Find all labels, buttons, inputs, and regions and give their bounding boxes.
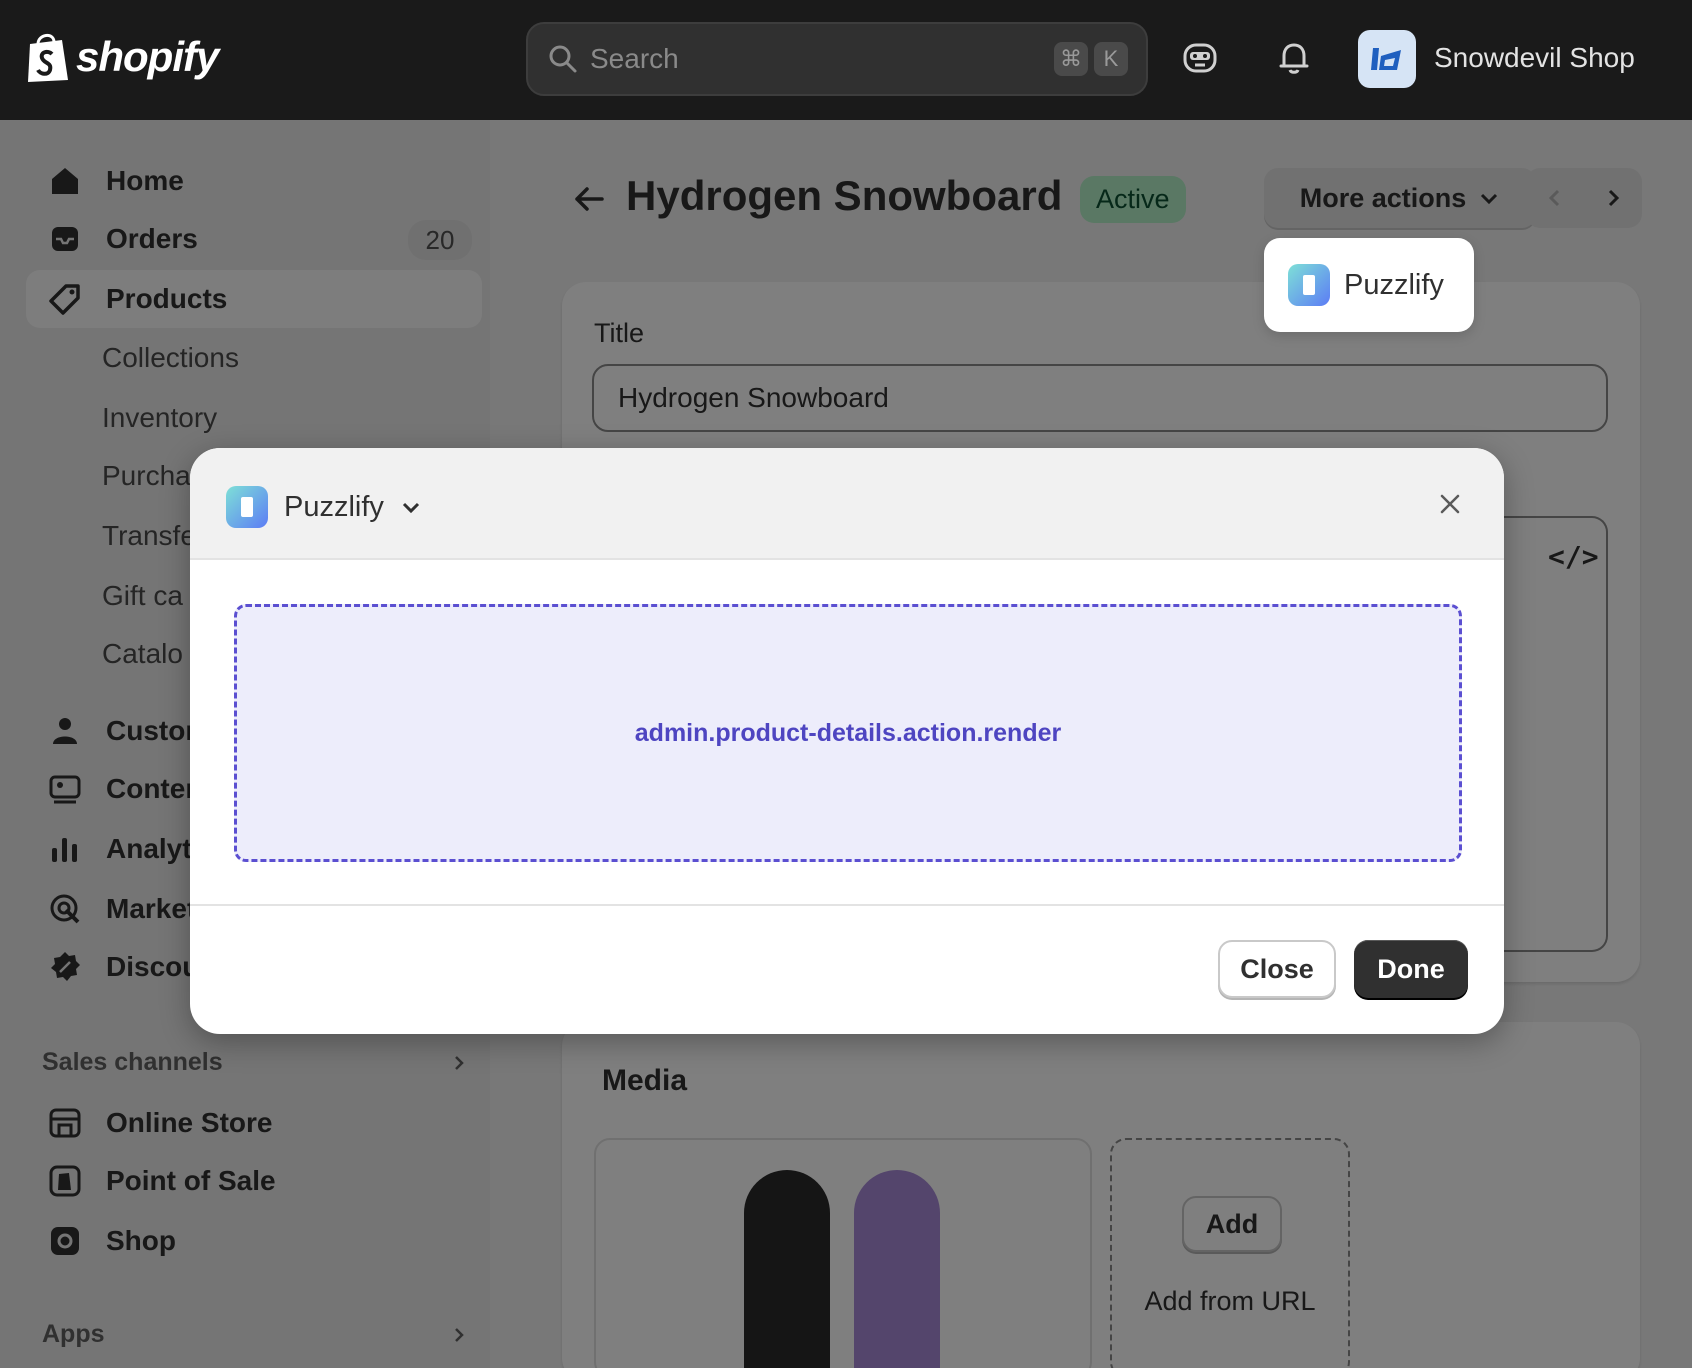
store-name[interactable]: Snowdevil Shop xyxy=(1434,42,1635,74)
sidekick-icon[interactable] xyxy=(1180,38,1220,78)
bell-icon[interactable] xyxy=(1274,38,1314,78)
close-icon[interactable] xyxy=(1436,490,1464,518)
action-modal: Puzzlify admin.product-details.action.re… xyxy=(190,448,1504,1034)
modal-header: Puzzlify xyxy=(190,448,1504,560)
shopify-bag-icon xyxy=(28,34,68,82)
store-avatar[interactable] xyxy=(1358,30,1416,88)
menu-item-label: Puzzlify xyxy=(1344,268,1444,301)
modal-app-name: Puzzlify xyxy=(284,490,384,523)
done-button[interactable]: Done xyxy=(1354,940,1468,998)
kbd-k: K xyxy=(1094,42,1128,76)
shopify-logo[interactable]: shopify xyxy=(24,30,219,84)
snowdevil-logo-icon xyxy=(1371,48,1401,70)
search-input[interactable]: Search ⌘ K xyxy=(526,22,1148,96)
puzzlify-app-icon xyxy=(1288,264,1330,306)
more-actions-menu-item-puzzlify[interactable]: Puzzlify xyxy=(1264,238,1474,332)
chevron-down-icon xyxy=(402,502,419,514)
extension-placeholder: admin.product-details.action.render xyxy=(234,604,1462,862)
app-switcher[interactable]: Puzzlify xyxy=(226,486,422,528)
modal-footer: Close Done xyxy=(190,904,1504,1034)
puzzlify-app-icon xyxy=(226,486,268,528)
close-button[interactable]: Close xyxy=(1218,940,1336,998)
logo-text: shopify xyxy=(76,33,219,80)
search-icon xyxy=(549,45,577,73)
top-bar: shopify Search ⌘ K Snowdevil Shop xyxy=(0,0,1692,120)
extension-target-label: admin.product-details.action.render xyxy=(634,718,1062,747)
search-placeholder: Search xyxy=(590,43,679,74)
kbd-command: ⌘ xyxy=(1054,42,1088,76)
